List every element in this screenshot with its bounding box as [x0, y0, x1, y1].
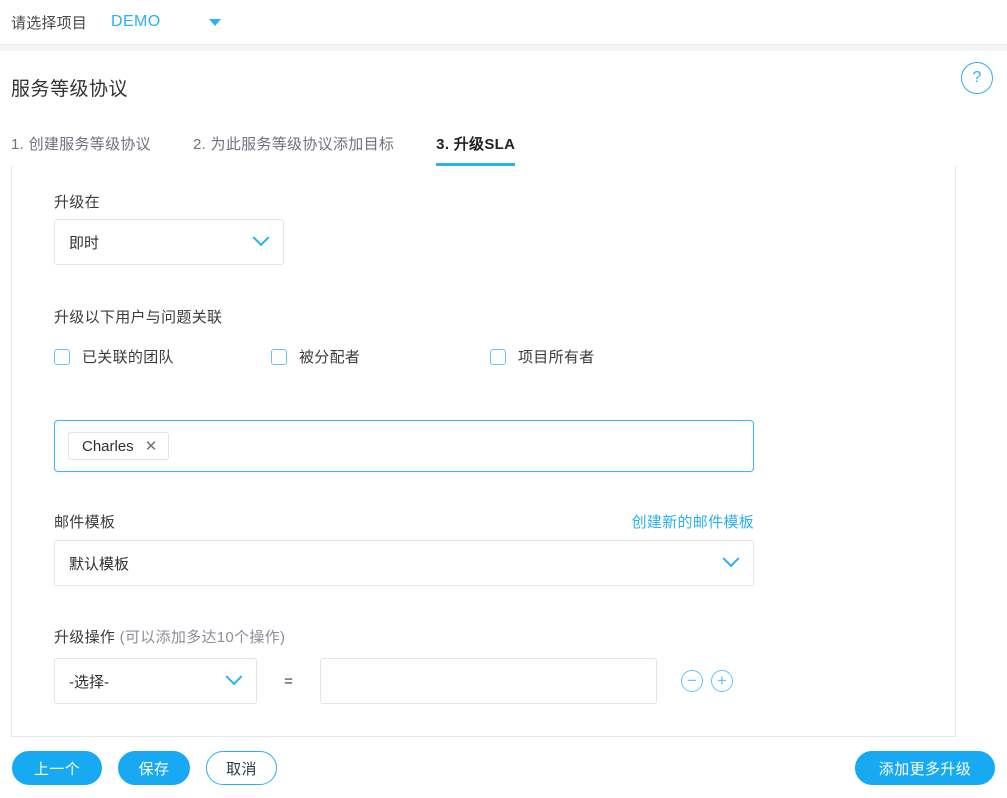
circle-plus-icon[interactable]: + [711, 670, 733, 692]
plus-glyph: + [717, 672, 727, 689]
escalate-on-select[interactable]: 即时 [54, 219, 284, 265]
checkbox-associated-team[interactable]: 已关联的团队 [54, 346, 271, 367]
chevron-down-icon [226, 668, 243, 685]
chevron-down-icon [253, 229, 270, 246]
checkbox-box-icon [271, 349, 287, 365]
operation-row: -选择- = − + [54, 658, 733, 704]
mail-template-select[interactable]: 默认模板 [54, 540, 754, 586]
user-picker-input[interactable]: Charles ✕ [54, 420, 754, 472]
user-tag-label: Charles [82, 438, 134, 455]
topbar-divider-strip [0, 45, 1007, 51]
user-tag-charles: Charles ✕ [68, 432, 169, 460]
question-mark-icon[interactable]: ? [961, 62, 993, 94]
escalate-on-value: 即时 [69, 232, 99, 253]
tab-add-goals[interactable]: 2. 为此服务等级协议添加目标 [193, 133, 394, 166]
checkbox-box-icon [490, 349, 506, 365]
tab-create-sla[interactable]: 1. 创建服务等级协议 [11, 133, 151, 166]
operation-equals-sign: = [257, 673, 320, 690]
operation-field-select[interactable]: -选择- [54, 658, 257, 704]
escalate-on-label: 升级在 [54, 191, 100, 212]
create-mail-template-link[interactable]: 创建新的邮件模板 [632, 511, 754, 532]
checkbox-label: 项目所有者 [518, 346, 595, 367]
project-topbar: 请选择项目 DEMO [0, 0, 1007, 45]
cancel-button[interactable]: 取消 [206, 751, 277, 785]
operations-label-text: 升级操作 [54, 629, 115, 646]
operation-field-value: -选择- [69, 671, 109, 692]
select-project-label: 请选择项目 [11, 12, 87, 33]
checkbox-label: 已关联的团队 [82, 346, 174, 367]
escalate-users-checkbox-group: 已关联的团队 被分配者 项目所有者 [54, 346, 694, 367]
previous-button[interactable]: 上一个 [12, 751, 102, 785]
add-more-escalation-button[interactable]: 添加更多升级 [855, 751, 995, 785]
operations-label: 升级操作 (可以添加多达10个操作) [54, 626, 285, 647]
checkbox-box-icon [54, 349, 70, 365]
chevron-down-icon [723, 550, 740, 567]
chevron-down-icon[interactable] [209, 19, 221, 26]
close-icon[interactable]: ✕ [145, 439, 158, 454]
checkbox-label: 被分配者 [299, 346, 360, 367]
escalation-form-panel: 升级在 即时 升级以下用户与问题关联 已关联的团队 被分配者 项目所有者 C [11, 166, 956, 737]
escalate-users-label: 升级以下用户与问题关联 [54, 306, 222, 327]
wizard-tabs: 1. 创建服务等级协议 2. 为此服务等级协议添加目标 3. 升级SLA [11, 133, 515, 166]
checkbox-assignee[interactable]: 被分配者 [271, 346, 490, 367]
project-name[interactable]: DEMO [111, 13, 161, 31]
save-button[interactable]: 保存 [118, 751, 190, 785]
mail-template-value: 默认模板 [69, 553, 129, 574]
tab-escalate-sla[interactable]: 3. 升级SLA [436, 133, 515, 166]
operation-value-input[interactable] [320, 658, 657, 704]
checkbox-project-owner[interactable]: 项目所有者 [490, 346, 595, 367]
mail-template-label: 邮件模板 [54, 511, 115, 532]
circle-minus-icon[interactable]: − [681, 670, 703, 692]
minus-glyph: − [687, 672, 697, 689]
sla-escalation-page: 请选择项目 DEMO 服务等级协议 ? 1. 创建服务等级协议 2. 为此服务等… [0, 0, 1007, 798]
page-title: 服务等级协议 [11, 74, 128, 101]
form-footer: 上一个 保存 取消 添加更多升级 [0, 738, 1007, 798]
operations-hint: (可以添加多达10个操作) [120, 629, 286, 646]
